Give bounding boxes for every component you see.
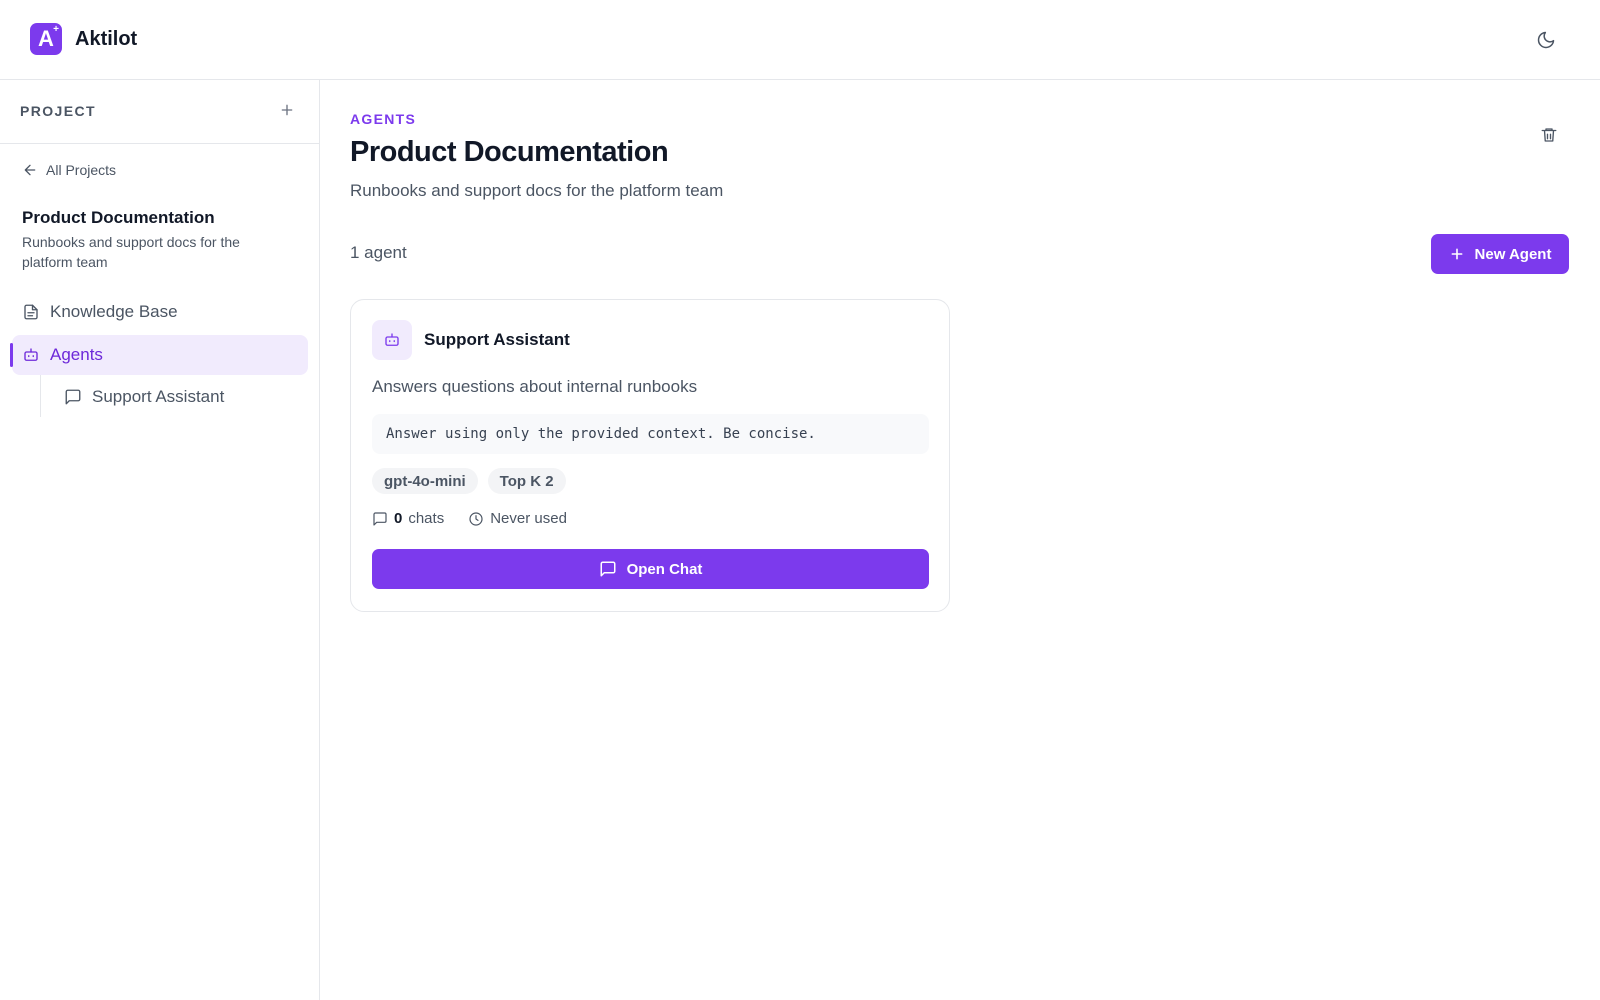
page-title: Product Documentation — [350, 136, 669, 168]
plus-icon — [1451, 248, 1462, 260]
model-tag: gpt-4o-mini — [372, 468, 478, 494]
agent-avatar — [372, 320, 412, 360]
moon-icon — [1537, 31, 1555, 49]
system-prompt: Answer using only the provided context. … — [372, 414, 929, 454]
app-name: Aktilot — [75, 28, 138, 50]
agent-name: Support Assistant — [424, 330, 570, 349]
sub-nav-rail — [40, 375, 41, 417]
agent-meta: 0 chats Never used — [372, 510, 567, 527]
sidebar-header-label: PROJECT — [20, 103, 96, 119]
document-icon — [24, 304, 38, 320]
trash-icon — [1541, 128, 1557, 142]
add-project-button[interactable] — [275, 98, 299, 122]
chats-label: chats — [408, 510, 445, 527]
bot-icon — [24, 348, 38, 361]
sidebar-item-label: Agents — [50, 345, 103, 364]
logo-letter: A — [38, 26, 54, 51]
app-logo: A + — [30, 23, 62, 55]
clock-icon — [469, 511, 483, 526]
delete-project-button[interactable] — [1535, 121, 1563, 149]
page-subtitle: Runbooks and support docs for the platfo… — [350, 181, 724, 200]
section-eyebrow: AGENTS — [350, 111, 417, 127]
chat-icon — [600, 561, 616, 577]
plus-icon — [281, 104, 293, 116]
agent-card: Support Assistant Answers questions abou… — [350, 299, 950, 612]
agent-description: Answers questions about internal runbook… — [372, 377, 698, 396]
theme-toggle-button[interactable] — [1532, 26, 1560, 54]
agent-tags: gpt-4o-mini Top K 2 — [372, 468, 566, 494]
open-chat-button[interactable]: Open Chat — [372, 549, 929, 589]
sidebar-header: PROJECT — [0, 80, 319, 144]
chats-count: 0 — [394, 510, 403, 527]
last-used: Never used — [490, 510, 567, 527]
top-bar: A + Aktilot — [0, 0, 1600, 80]
main-content: AGENTS Product Documentation Runbooks an… — [320, 80, 1600, 1000]
new-agent-label: New Agent — [1474, 245, 1552, 263]
arrow-left-icon — [24, 164, 36, 176]
sidebar-project-title: Product Documentation — [22, 208, 215, 227]
all-projects-link[interactable]: All Projects — [22, 162, 116, 178]
sidebar-item-label: Knowledge Base — [50, 302, 178, 321]
agent-count: 1 agent — [350, 243, 407, 262]
sidebar-item-knowledge-base[interactable]: Knowledge Base — [12, 292, 308, 332]
all-projects-label: All Projects — [46, 162, 117, 178]
sidebar-project-description: Runbooks and support docs for the platfo… — [22, 234, 240, 270]
open-chat-label: Open Chat — [626, 560, 703, 578]
chat-icon — [65, 389, 81, 405]
sidebar-subitem-support-assistant[interactable]: Support Assistant — [52, 377, 308, 417]
logo-plus: + — [53, 24, 59, 35]
topk-tag: Top K 2 — [487, 468, 566, 494]
sidebar-item-agents[interactable]: Agents — [10, 335, 308, 375]
chat-icon — [373, 511, 387, 526]
sidebar: PROJECT All Projects Product Documentati… — [0, 80, 320, 1000]
bot-icon — [385, 333, 399, 346]
sidebar-subitem-label: Support Assistant — [92, 387, 225, 406]
new-agent-button[interactable]: New Agent — [1431, 234, 1569, 274]
